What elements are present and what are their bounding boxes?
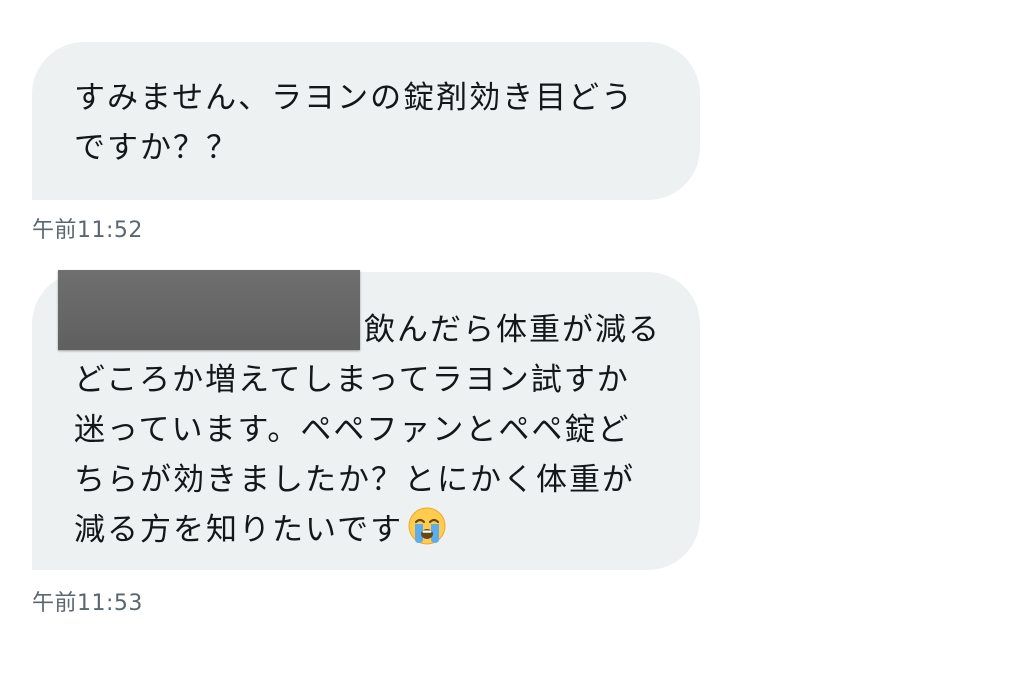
- message-line: ちらが効きましたか？とにかく体重が: [74, 462, 635, 498]
- redaction-block: [58, 270, 360, 350]
- message-line: すみません、ラヨンの錠剤効き目どう: [74, 80, 635, 116]
- message-line-with-emoji: 減る方を知りたいです: [74, 505, 661, 555]
- message-text: すみません、ラヨンの錠剤効き目どう ですか？？: [74, 73, 634, 173]
- loudly-crying-face-icon: [407, 506, 447, 561]
- message-line: 減る方を知りたいです: [74, 512, 404, 548]
- message-timestamp: 午前11:52: [32, 218, 143, 243]
- message-line: ですか？？: [74, 130, 239, 166]
- message-bubble-1[interactable]: すみません、ラヨンの錠剤効き目どう ですか？？: [32, 42, 700, 200]
- message-line: 迷っています。ペペファンとペペ錠ど: [74, 412, 631, 448]
- message-timestamp: 午前11:53: [32, 591, 143, 616]
- message-line: どころか増えてしまってラヨン試すか: [74, 362, 630, 398]
